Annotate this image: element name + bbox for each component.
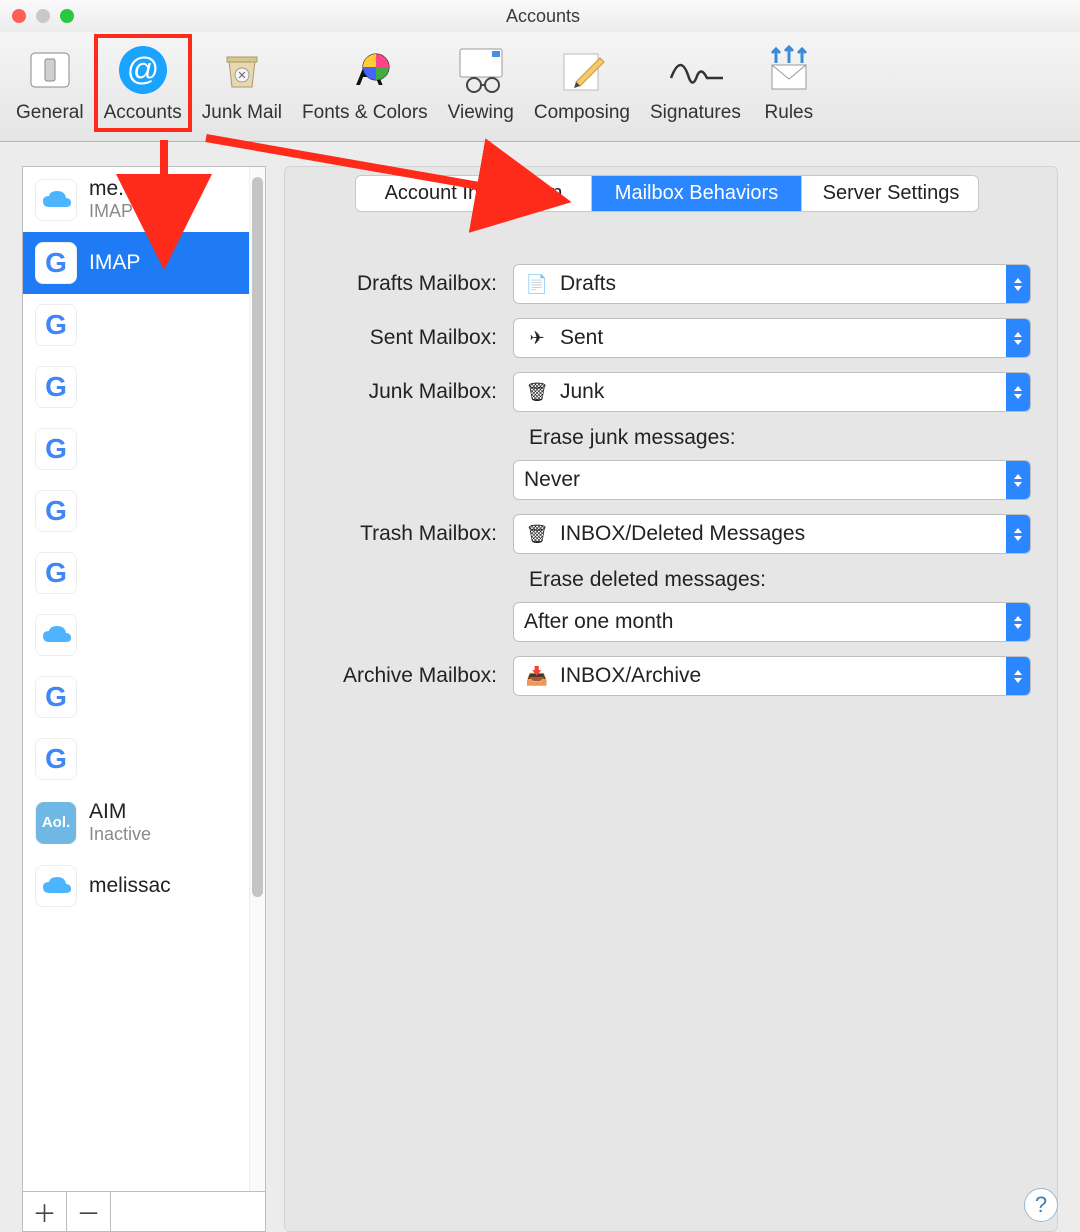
google-icon: G xyxy=(35,738,77,780)
rules-icon xyxy=(761,42,817,98)
trash-folder-icon: 🗑 xyxy=(524,521,550,547)
account-row[interactable]: G xyxy=(23,418,265,480)
accounts-list[interactable]: me.comIMAPGIMAPGGGGGGGAol.AIMInactivemel… xyxy=(23,167,265,1191)
account-detail-panel: Account Information Mailbox Behaviors Se… xyxy=(284,166,1058,1232)
account-row[interactable]: Aol.AIMInactive xyxy=(23,790,265,855)
account-row[interactable]: melissac xyxy=(23,855,265,917)
composing-icon xyxy=(554,42,610,98)
google-icon: G xyxy=(35,552,77,594)
toolbar-general-label: General xyxy=(16,102,84,124)
toolbar-accounts-label: Accounts xyxy=(104,102,182,124)
toolbar-signatures[interactable]: Signatures xyxy=(642,36,749,130)
google-icon: G xyxy=(35,428,77,470)
account-row[interactable]: G xyxy=(23,728,265,790)
trash-icon: ✕ xyxy=(214,42,270,98)
select-arrows-icon xyxy=(1006,515,1030,553)
tab-server-settings[interactable]: Server Settings xyxy=(802,176,979,211)
window-controls xyxy=(12,9,74,23)
erase-deleted-select[interactable]: After one month xyxy=(513,602,1031,642)
close-window-button[interactable] xyxy=(12,9,26,23)
google-icon: G xyxy=(35,366,77,408)
junk-label: Junk Mailbox: xyxy=(303,380,513,404)
account-row[interactable]: GIMAP xyxy=(23,232,265,294)
google-icon: G xyxy=(35,676,77,718)
archive-label: Archive Mailbox: xyxy=(303,664,513,688)
at-sign-icon: @ xyxy=(115,42,171,98)
window-title: Accounts xyxy=(74,6,1012,27)
account-row[interactable]: G xyxy=(23,294,265,356)
minimize-window-button[interactable] xyxy=(36,9,50,23)
toolbar-rules[interactable]: Rules xyxy=(753,36,825,130)
select-arrows-icon xyxy=(1006,265,1030,303)
svg-text:✕: ✕ xyxy=(237,70,246,82)
account-row[interactable]: G xyxy=(23,356,265,418)
aol-icon: Aol. xyxy=(35,802,77,844)
tab-mailbox-behaviors[interactable]: Mailbox Behaviors xyxy=(592,176,802,211)
accounts-sidebar: me.comIMAPGIMAPGGGGGGGAol.AIMInactivemel… xyxy=(22,166,266,1232)
drafts-folder-icon: 📄 xyxy=(524,271,550,297)
toolbar-general[interactable]: General xyxy=(8,36,92,130)
select-arrows-icon xyxy=(1006,319,1030,357)
trash-mailbox-select[interactable]: 🗑INBOX/Deleted Messages xyxy=(513,514,1031,554)
fonts-colors-icon: A xyxy=(337,42,393,98)
scrollbar-thumb[interactable] xyxy=(252,177,263,897)
select-arrows-icon xyxy=(1006,461,1030,499)
prefs-toolbar: General @ Accounts ✕ Junk Mail A Fonts &… xyxy=(0,32,1080,142)
toolbar-signatures-label: Signatures xyxy=(650,102,741,124)
toolbar-junk[interactable]: ✕ Junk Mail xyxy=(194,36,290,130)
account-add-remove-bar: ＋ － xyxy=(23,1191,265,1231)
mailbox-behaviors-form: Drafts Mailbox: 📄Drafts Sent Mailbox: ✈︎… xyxy=(303,264,1031,696)
erase-junk-label: Erase junk messages: xyxy=(529,426,1031,450)
google-icon: G xyxy=(35,490,77,532)
archive-folder-icon: 📥 xyxy=(524,663,550,689)
help-button[interactable]: ? xyxy=(1024,1188,1058,1222)
viewing-icon xyxy=(453,42,509,98)
drafts-mailbox-select[interactable]: 📄Drafts xyxy=(513,264,1031,304)
select-arrows-icon xyxy=(1006,373,1030,411)
toolbar-accounts[interactable]: @ Accounts xyxy=(96,36,190,130)
sent-mailbox-select[interactable]: ✈︎Sent xyxy=(513,318,1031,358)
signature-icon xyxy=(667,42,723,98)
account-row[interactable]: G xyxy=(23,666,265,728)
icloud-icon xyxy=(35,179,77,221)
scrollbar[interactable] xyxy=(249,167,265,1191)
sent-folder-icon: ✈︎ xyxy=(524,325,550,351)
account-row[interactable]: G xyxy=(23,542,265,604)
select-arrows-icon xyxy=(1006,657,1030,695)
sent-label: Sent Mailbox: xyxy=(303,326,513,350)
toolbar-fonts[interactable]: A Fonts & Colors xyxy=(294,36,436,130)
toolbar-viewing[interactable]: Viewing xyxy=(440,36,522,130)
remove-account-button[interactable]: － xyxy=(67,1192,111,1231)
toolbar-composing-label: Composing xyxy=(534,102,630,124)
select-arrows-icon xyxy=(1006,603,1030,641)
drafts-label: Drafts Mailbox: xyxy=(303,272,513,296)
account-tabs: Account Information Mailbox Behaviors Se… xyxy=(355,175,979,212)
account-row[interactable]: G xyxy=(23,480,265,542)
archive-mailbox-select[interactable]: 📥INBOX/Archive xyxy=(513,656,1031,696)
junk-mailbox-select[interactable]: 🗑Junk xyxy=(513,372,1031,412)
titlebar: Accounts xyxy=(0,0,1080,32)
account-row[interactable] xyxy=(23,604,265,666)
toolbar-rules-label: Rules xyxy=(765,102,814,124)
general-icon xyxy=(22,42,78,98)
icloud-icon xyxy=(35,614,77,656)
toolbar-viewing-label: Viewing xyxy=(448,102,514,124)
account-row[interactable]: me.comIMAP xyxy=(23,167,265,232)
toolbar-composing[interactable]: Composing xyxy=(526,36,638,130)
icloud-icon xyxy=(35,865,77,907)
add-account-button[interactable]: ＋ xyxy=(23,1192,67,1231)
tab-account-information[interactable]: Account Information xyxy=(356,176,592,211)
google-icon: G xyxy=(35,304,77,346)
trash-label: Trash Mailbox: xyxy=(303,522,513,546)
toolbar-fonts-label: Fonts & Colors xyxy=(302,102,428,124)
toolbar-junk-label: Junk Mail xyxy=(202,102,282,124)
erase-deleted-label: Erase deleted messages: xyxy=(529,568,1031,592)
svg-text:@: @ xyxy=(126,51,158,87)
zoom-window-button[interactable] xyxy=(60,9,74,23)
junk-folder-icon: 🗑 xyxy=(524,379,550,405)
google-icon: G xyxy=(35,242,77,284)
erase-junk-select[interactable]: Never xyxy=(513,460,1031,500)
